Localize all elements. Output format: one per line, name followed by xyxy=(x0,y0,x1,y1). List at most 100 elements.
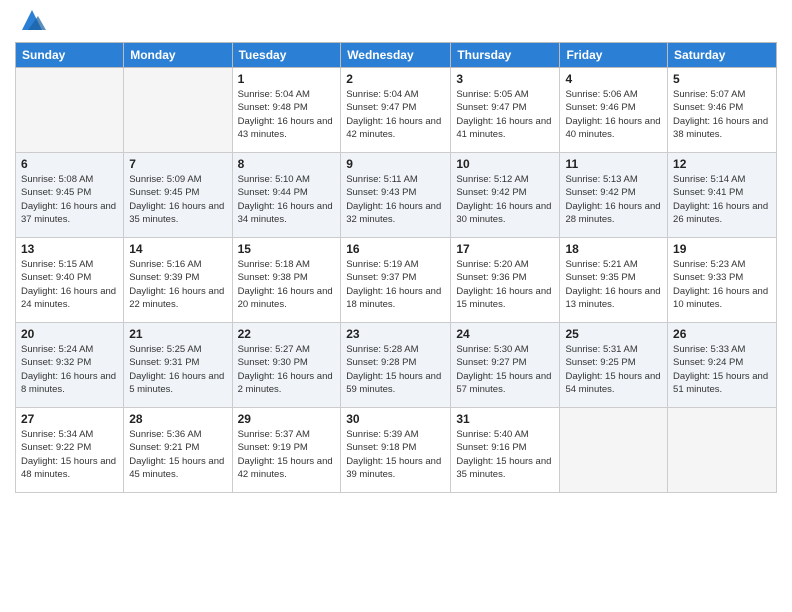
day-number: 22 xyxy=(238,327,336,341)
calendar-day-cell xyxy=(124,68,232,153)
day-info: Sunrise: 5:15 AMSunset: 9:40 PMDaylight:… xyxy=(21,258,118,311)
day-number: 14 xyxy=(129,242,226,256)
day-info: Sunrise: 5:20 AMSunset: 9:36 PMDaylight:… xyxy=(456,258,554,311)
calendar-day-cell: 19 Sunrise: 5:23 AMSunset: 9:33 PMDayligh… xyxy=(668,238,777,323)
day-number: 29 xyxy=(238,412,336,426)
calendar-day-cell: 1Sunrise: 5:04 AMSunset: 9:48 PMDaylight… xyxy=(232,68,341,153)
calendar-day-cell: 23 Sunrise: 5:28 AMSunset: 9:28 PMDayligh… xyxy=(341,323,451,408)
day-number: 28 xyxy=(129,412,226,426)
calendar-day-header: Sunday xyxy=(16,43,124,68)
day-number: 11 xyxy=(565,157,662,171)
day-info: Sunrise: 5:11 AMSunset: 9:43 PMDaylight:… xyxy=(346,173,445,226)
calendar-day-cell: 29 Sunrise: 5:37 AMSunset: 9:19 PMDayligh… xyxy=(232,408,341,493)
day-number: 4 xyxy=(565,72,662,86)
day-info: Sunrise: 5:24 AMSunset: 9:32 PMDaylight:… xyxy=(21,343,118,396)
day-info: Sunrise: 5:39 AMSunset: 9:18 PMDaylight:… xyxy=(346,428,445,481)
day-number: 27 xyxy=(21,412,118,426)
day-info: Sunrise: 5:08 AMSunset: 9:45 PMDaylight:… xyxy=(21,173,118,226)
calendar-week-row: 1Sunrise: 5:04 AMSunset: 9:48 PMDaylight… xyxy=(16,68,777,153)
calendar-day-cell: 7Sunrise: 5:09 AMSunset: 9:45 PMDaylight… xyxy=(124,153,232,238)
day-info: Sunrise: 5:12 AMSunset: 9:42 PMDaylight:… xyxy=(456,173,554,226)
day-info: Sunrise: 5:33 AMSunset: 9:24 PMDaylight:… xyxy=(673,343,771,396)
calendar-day-cell xyxy=(16,68,124,153)
day-number: 26 xyxy=(673,327,771,341)
calendar-day-cell: 3Sunrise: 5:05 AMSunset: 9:47 PMDaylight… xyxy=(451,68,560,153)
day-number: 15 xyxy=(238,242,336,256)
day-number: 25 xyxy=(565,327,662,341)
calendar-week-row: 13 Sunrise: 5:15 AMSunset: 9:40 PMDayligh… xyxy=(16,238,777,323)
calendar-day-cell: 31 Sunrise: 5:40 AMSunset: 9:16 PMDayligh… xyxy=(451,408,560,493)
day-number: 23 xyxy=(346,327,445,341)
day-info: Sunrise: 5:18 AMSunset: 9:38 PMDaylight:… xyxy=(238,258,336,311)
calendar-day-cell xyxy=(668,408,777,493)
day-info: Sunrise: 5:16 AMSunset: 9:39 PMDaylight:… xyxy=(129,258,226,311)
calendar-day-cell: 4 Sunrise: 5:06 AMSunset: 9:46 PMDaylight… xyxy=(560,68,668,153)
day-number: 9 xyxy=(346,157,445,171)
day-number: 24 xyxy=(456,327,554,341)
day-info: Sunrise: 5:10 AMSunset: 9:44 PMDaylight:… xyxy=(238,173,336,226)
day-number: 18 xyxy=(565,242,662,256)
day-info: Sunrise: 5:13 AMSunset: 9:42 PMDaylight:… xyxy=(565,173,662,226)
day-number: 10 xyxy=(456,157,554,171)
calendar-day-cell: 12 Sunrise: 5:14 AMSunset: 9:41 PMDayligh… xyxy=(668,153,777,238)
calendar-day-cell: 28 Sunrise: 5:36 AMSunset: 9:21 PMDayligh… xyxy=(124,408,232,493)
day-info: Sunrise: 5:07 AMSunset: 9:46 PMDaylight:… xyxy=(673,88,771,141)
calendar-day-header: Monday xyxy=(124,43,232,68)
day-number: 8 xyxy=(238,157,336,171)
calendar-day-cell: 16Sunrise: 5:19 AMSunset: 9:37 PMDayligh… xyxy=(341,238,451,323)
day-number: 5 xyxy=(673,72,771,86)
day-number: 12 xyxy=(673,157,771,171)
calendar-day-cell: 22 Sunrise: 5:27 AMSunset: 9:30 PMDayligh… xyxy=(232,323,341,408)
day-info: Sunrise: 5:21 AMSunset: 9:35 PMDaylight:… xyxy=(565,258,662,311)
calendar-day-cell: 9 Sunrise: 5:11 AMSunset: 9:43 PMDaylight… xyxy=(341,153,451,238)
page: SundayMondayTuesdayWednesdayThursdayFrid… xyxy=(0,0,792,612)
calendar-day-cell: 17 Sunrise: 5:20 AMSunset: 9:36 PMDayligh… xyxy=(451,238,560,323)
day-info: Sunrise: 5:30 AMSunset: 9:27 PMDaylight:… xyxy=(456,343,554,396)
day-info: Sunrise: 5:04 AMSunset: 9:47 PMDaylight:… xyxy=(346,88,445,141)
logo-icon xyxy=(18,6,46,34)
day-number: 1 xyxy=(238,72,336,86)
day-info: Sunrise: 5:05 AMSunset: 9:47 PMDaylight:… xyxy=(456,88,554,141)
day-info: Sunrise: 5:27 AMSunset: 9:30 PMDaylight:… xyxy=(238,343,336,396)
day-info: Sunrise: 5:06 AMSunset: 9:46 PMDaylight:… xyxy=(565,88,662,141)
calendar-header-row: SundayMondayTuesdayWednesdayThursdayFrid… xyxy=(16,43,777,68)
calendar-day-cell: 27Sunrise: 5:34 AMSunset: 9:22 PMDayligh… xyxy=(16,408,124,493)
calendar-table: SundayMondayTuesdayWednesdayThursdayFrid… xyxy=(15,42,777,493)
day-number: 17 xyxy=(456,242,554,256)
day-number: 2 xyxy=(346,72,445,86)
day-number: 30 xyxy=(346,412,445,426)
calendar-day-header: Friday xyxy=(560,43,668,68)
day-number: 19 xyxy=(673,242,771,256)
day-info: Sunrise: 5:14 AMSunset: 9:41 PMDaylight:… xyxy=(673,173,771,226)
day-number: 31 xyxy=(456,412,554,426)
calendar-day-cell: 8 Sunrise: 5:10 AMSunset: 9:44 PMDaylight… xyxy=(232,153,341,238)
calendar-day-cell: 24 Sunrise: 5:30 AMSunset: 9:27 PMDayligh… xyxy=(451,323,560,408)
calendar-day-cell: 26 Sunrise: 5:33 AMSunset: 9:24 PMDayligh… xyxy=(668,323,777,408)
day-number: 20 xyxy=(21,327,118,341)
calendar-day-cell: 2 Sunrise: 5:04 AMSunset: 9:47 PMDaylight… xyxy=(341,68,451,153)
calendar-day-cell: 15 Sunrise: 5:18 AMSunset: 9:38 PMDayligh… xyxy=(232,238,341,323)
calendar-day-cell: 13 Sunrise: 5:15 AMSunset: 9:40 PMDayligh… xyxy=(16,238,124,323)
day-number: 6 xyxy=(21,157,118,171)
calendar-day-cell: 6 Sunrise: 5:08 AMSunset: 9:45 PMDaylight… xyxy=(16,153,124,238)
calendar-day-header: Wednesday xyxy=(341,43,451,68)
calendar-week-row: 27Sunrise: 5:34 AMSunset: 9:22 PMDayligh… xyxy=(16,408,777,493)
day-info: Sunrise: 5:40 AMSunset: 9:16 PMDaylight:… xyxy=(456,428,554,481)
calendar-day-cell xyxy=(560,408,668,493)
calendar-day-cell: 18 Sunrise: 5:21 AMSunset: 9:35 PMDayligh… xyxy=(560,238,668,323)
day-info: Sunrise: 5:25 AMSunset: 9:31 PMDaylight:… xyxy=(129,343,226,396)
calendar-day-cell: 10 Sunrise: 5:12 AMSunset: 9:42 PMDayligh… xyxy=(451,153,560,238)
calendar-day-cell: 11 Sunrise: 5:13 AMSunset: 9:42 PMDayligh… xyxy=(560,153,668,238)
calendar-day-header: Tuesday xyxy=(232,43,341,68)
calendar-day-header: Thursday xyxy=(451,43,560,68)
day-info: Sunrise: 5:23 AMSunset: 9:33 PMDaylight:… xyxy=(673,258,771,311)
day-info: Sunrise: 5:09 AMSunset: 9:45 PMDaylight:… xyxy=(129,173,226,226)
day-info: Sunrise: 5:37 AMSunset: 9:19 PMDaylight:… xyxy=(238,428,336,481)
day-number: 13 xyxy=(21,242,118,256)
calendar-day-cell: 14 Sunrise: 5:16 AMSunset: 9:39 PMDayligh… xyxy=(124,238,232,323)
day-info: Sunrise: 5:36 AMSunset: 9:21 PMDaylight:… xyxy=(129,428,226,481)
calendar-day-cell: 25Sunrise: 5:31 AMSunset: 9:25 PMDayligh… xyxy=(560,323,668,408)
calendar-day-cell: 30 Sunrise: 5:39 AMSunset: 9:18 PMDayligh… xyxy=(341,408,451,493)
day-info: Sunrise: 5:28 AMSunset: 9:28 PMDaylight:… xyxy=(346,343,445,396)
header xyxy=(15,10,777,34)
